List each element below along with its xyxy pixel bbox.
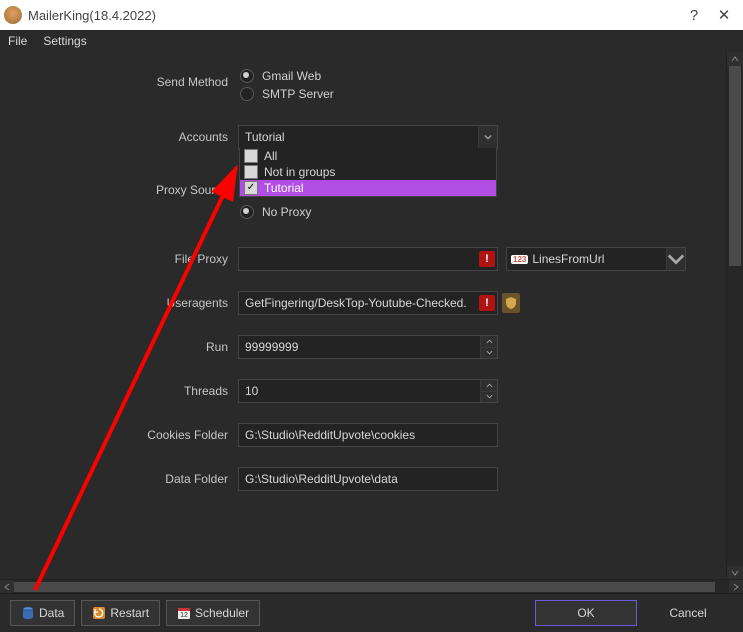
label-cookies-folder: Cookies Folder — [6, 428, 238, 442]
spin-up-icon[interactable] — [481, 336, 497, 347]
radio-dot-icon — [240, 87, 254, 101]
radio-gmail-web[interactable]: Gmail Web — [240, 69, 500, 83]
window-title: MailerKing(18.4.2022) — [28, 8, 156, 23]
scroll-thumb[interactable] — [729, 66, 741, 266]
useragents-input[interactable]: GetFingering/DeskTop-Youtube-Checked. ! — [238, 291, 498, 315]
label-data-folder: Data Folder — [6, 472, 238, 486]
scroll-right-icon[interactable] — [729, 580, 743, 594]
label-threads: Threads — [6, 384, 238, 398]
useragents-value: GetFingering/DeskTop-Youtube-Checked. — [239, 296, 479, 310]
warning-icon[interactable]: ! — [479, 295, 495, 311]
cookies-folder-input[interactable]: G:\Studio\RedditUpvote\cookies — [238, 423, 498, 447]
app-icon — [4, 6, 22, 24]
checkbox-icon: ✓ — [244, 181, 258, 195]
lines-from-value: LinesFromUrl — [532, 252, 666, 266]
accounts-option-tutorial[interactable]: ✓ Tutorial — [240, 180, 496, 196]
help-button[interactable]: ? — [679, 7, 709, 24]
label-proxy-source: Proxy Source — [6, 183, 238, 197]
database-icon — [21, 606, 35, 620]
ok-button-label: OK — [577, 606, 594, 620]
label-run: Run — [6, 340, 238, 354]
lines-badge-icon: 123 — [511, 255, 528, 264]
chevron-down-icon[interactable] — [478, 126, 497, 148]
radio-dot-icon — [240, 205, 254, 219]
chevron-down-icon[interactable] — [666, 248, 685, 270]
scroll-left-icon[interactable] — [0, 580, 14, 594]
calendar-icon: 12 — [177, 606, 191, 620]
cookies-folder-value: G:\Studio\RedditUpvote\cookies — [239, 428, 497, 442]
threads-input[interactable]: 10 — [238, 379, 498, 403]
menubar: File Settings — [0, 30, 743, 53]
send-method-group: Gmail Web SMTP Server — [238, 63, 502, 107]
shield-icon[interactable] — [502, 293, 520, 313]
scroll-down-icon[interactable] — [727, 566, 743, 580]
radio-dot-icon — [240, 69, 254, 83]
radio-gmail-label: Gmail Web — [262, 69, 321, 83]
accounts-option-all[interactable]: All — [240, 148, 496, 164]
client-area: Send Method Gmail Web SMTP Server Accoun… — [0, 52, 743, 594]
scheduler-button-label: Scheduler — [195, 606, 249, 620]
radio-smtp-label: SMTP Server — [262, 87, 334, 101]
data-folder-value: G:\Studio\RedditUpvote\data — [239, 472, 497, 486]
file-proxy-input[interactable]: ! — [238, 247, 498, 271]
svg-text:12: 12 — [180, 612, 188, 619]
menu-settings[interactable]: Settings — [43, 34, 86, 48]
data-folder-input[interactable]: G:\Studio\RedditUpvote\data — [238, 467, 498, 491]
accounts-combo[interactable]: Tutorial All Not in gr — [238, 125, 498, 149]
titlebar: MailerKing(18.4.2022) ? ✕ — [0, 0, 743, 30]
lines-from-combo[interactable]: 123 LinesFromUrl — [506, 247, 686, 271]
ok-button[interactable]: OK — [535, 600, 637, 626]
radio-smtp-server[interactable]: SMTP Server — [240, 87, 500, 101]
accounts-combo-value: Tutorial — [239, 130, 478, 144]
scroll-thumb[interactable] — [14, 582, 715, 592]
cancel-button[interactable]: Cancel — [643, 601, 733, 625]
footer: Data Restart 12 Scheduler OK Cancel — [0, 593, 743, 632]
warning-icon[interactable]: ! — [479, 251, 495, 267]
label-accounts: Accounts — [6, 130, 238, 144]
label-useragents: Useragents — [6, 296, 238, 310]
run-input[interactable]: 99999999 — [238, 335, 498, 359]
spin-down-icon[interactable] — [481, 391, 497, 403]
radio-no-proxy-label: No Proxy — [262, 205, 311, 219]
restart-button-label: Restart — [110, 606, 149, 620]
horizontal-scrollbar[interactable] — [0, 579, 743, 594]
close-button[interactable]: ✕ — [709, 6, 739, 24]
scroll-up-icon[interactable] — [727, 52, 743, 66]
checkbox-icon — [244, 149, 258, 163]
run-value: 99999999 — [239, 340, 480, 354]
cancel-button-label: Cancel — [669, 606, 706, 620]
data-button-label: Data — [39, 606, 64, 620]
threads-value: 10 — [239, 384, 480, 398]
spinner[interactable] — [480, 380, 497, 402]
spin-up-icon[interactable] — [481, 380, 497, 391]
restart-button[interactable]: Restart — [81, 600, 160, 626]
label-file-proxy: File Proxy — [6, 252, 238, 266]
vertical-scrollbar[interactable] — [726, 52, 743, 580]
accounts-option-not-in-groups[interactable]: Not in groups — [240, 164, 496, 180]
spinner[interactable] — [480, 336, 497, 358]
accounts-dropdown: All Not in groups ✓ Tutorial — [239, 148, 497, 197]
checkbox-icon — [244, 165, 258, 179]
scheduler-button[interactable]: 12 Scheduler — [166, 600, 260, 626]
spin-down-icon[interactable] — [481, 347, 497, 359]
data-button[interactable]: Data — [10, 600, 75, 626]
menu-file[interactable]: File — [8, 34, 27, 48]
radio-no-proxy[interactable]: No Proxy — [240, 205, 500, 219]
restart-icon — [92, 606, 106, 620]
label-send-method: Send Method — [6, 63, 238, 89]
